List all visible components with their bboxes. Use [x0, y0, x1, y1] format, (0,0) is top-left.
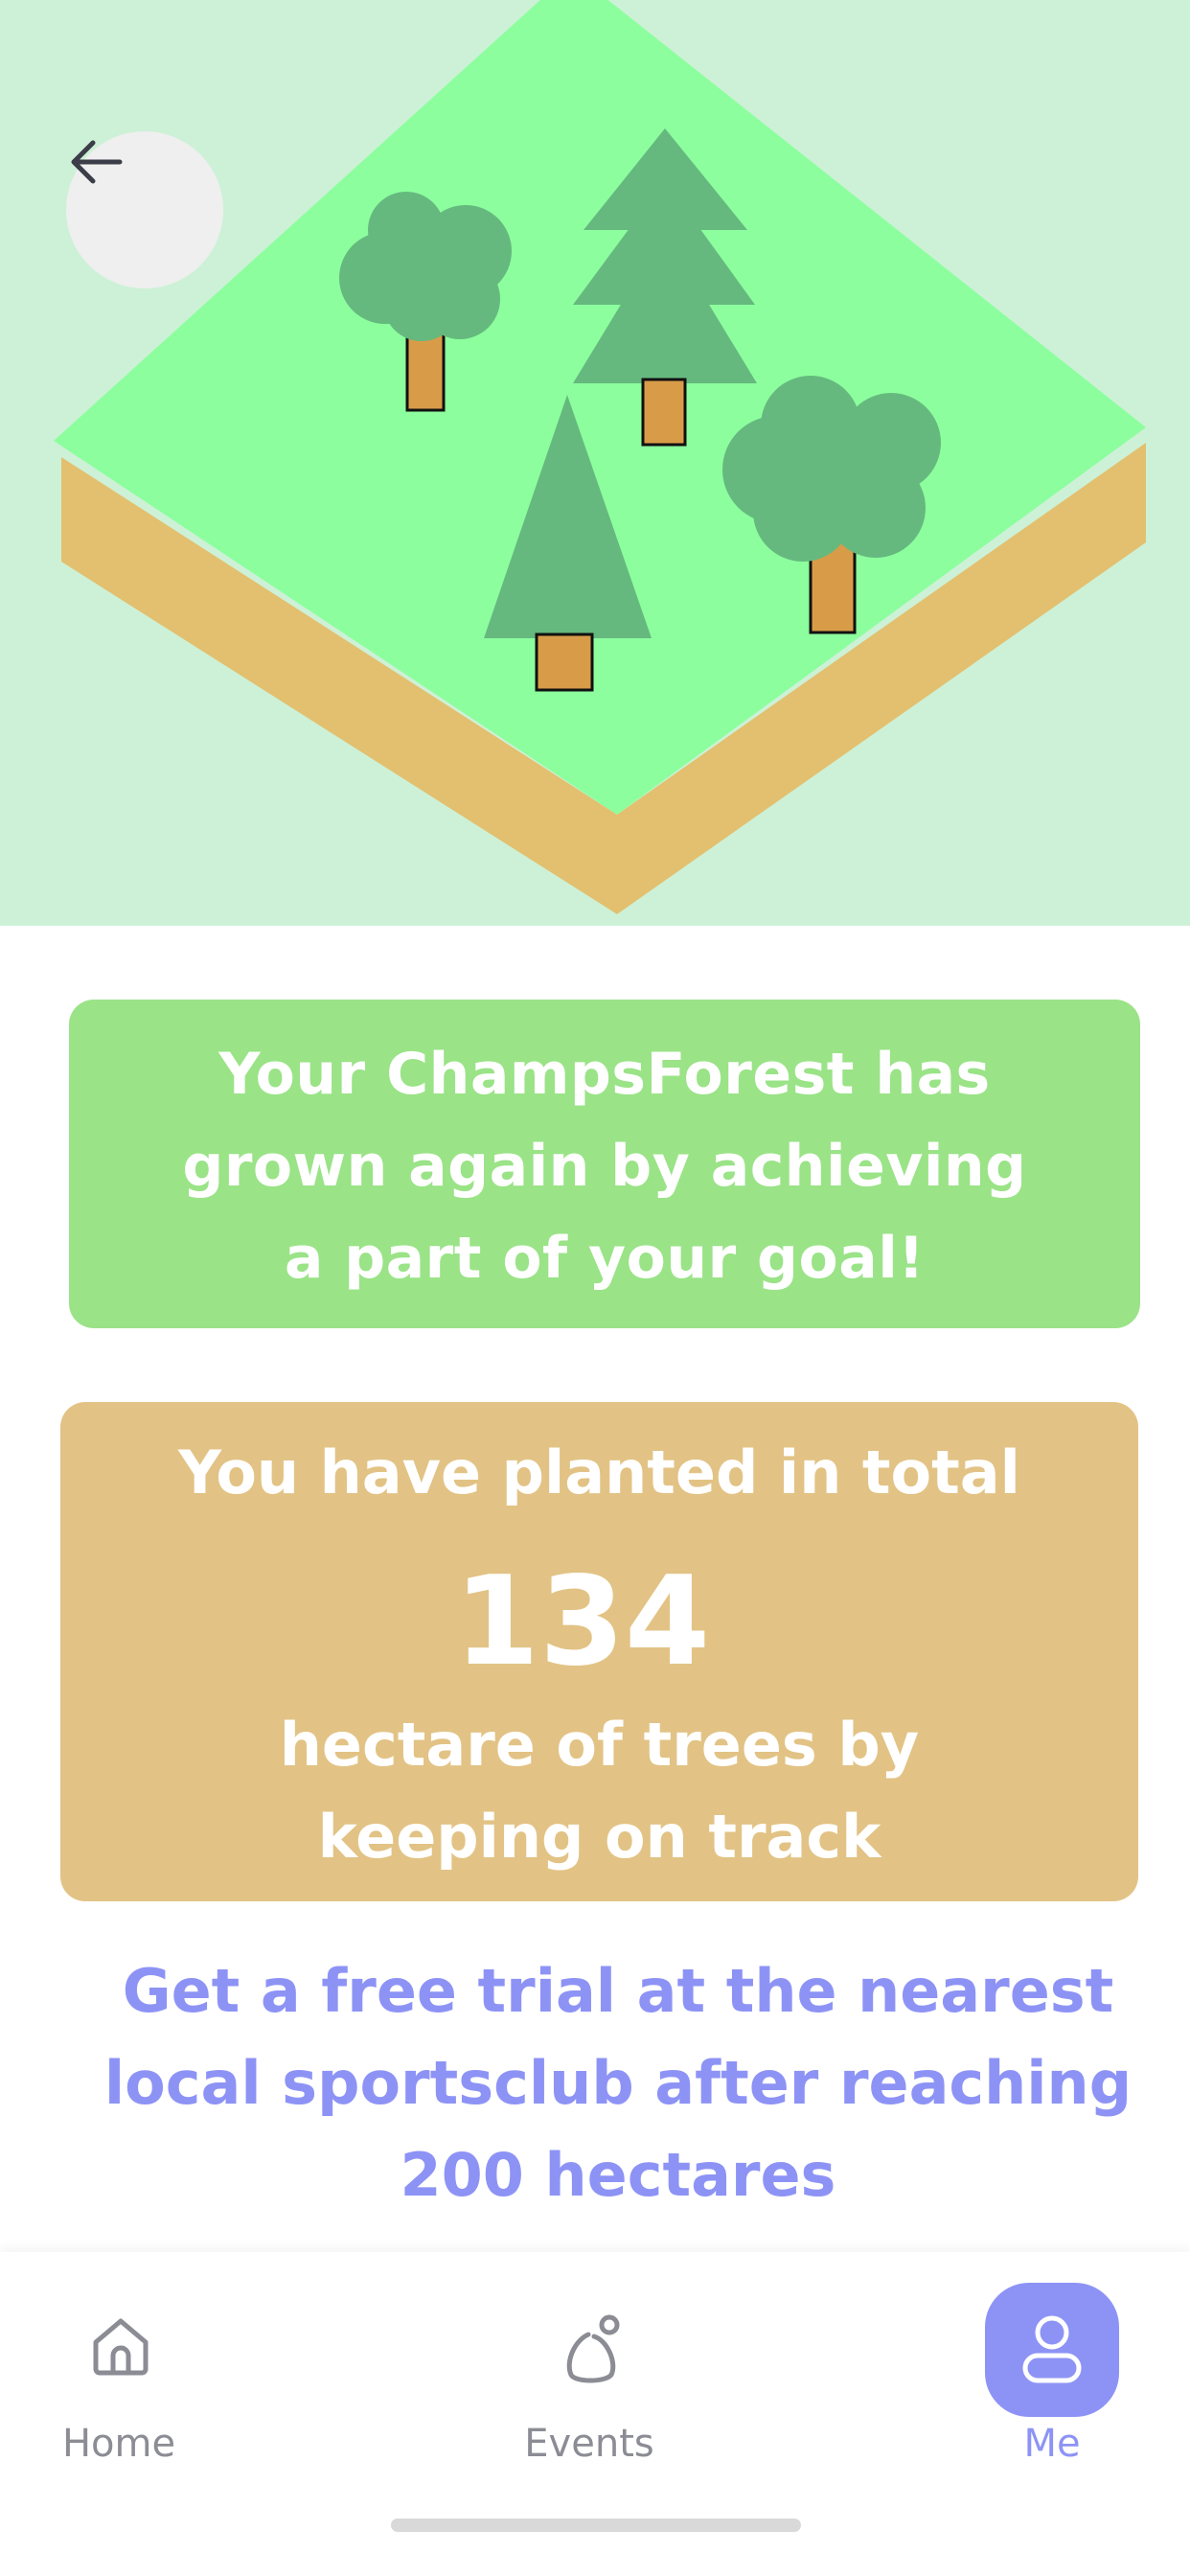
- tab-home[interactable]: Home: [38, 2252, 199, 2501]
- growth-message-line: grown again by achieving: [182, 1133, 1027, 1200]
- total-planted-caption: hectare of trees by keeping on track: [60, 1699, 1138, 1883]
- tab-home-label: Home: [61, 2422, 176, 2466]
- caption-line: hectare of trees by: [279, 1710, 920, 1780]
- arrow-left-icon: [71, 140, 123, 184]
- tab-events-label: Events: [524, 2422, 654, 2466]
- home-icon: [93, 2318, 149, 2376]
- total-planted-card: You have planted in total 134 hectare of…: [60, 1402, 1138, 1901]
- active-tab-highlight: [985, 2283, 1119, 2417]
- total-planted-heading: You have planted in total: [178, 1438, 1020, 1507]
- home-indicator[interactable]: [391, 2518, 801, 2532]
- free-trial-promo: Get a free trial at the nearest local sp…: [86, 1945, 1150, 2221]
- growth-message-card: Your ChampsForest has grown again by ach…: [69, 1000, 1140, 1328]
- back-button[interactable]: [66, 131, 223, 288]
- promo-line: Get a free trial at the nearest: [122, 1956, 1114, 2026]
- caption-line: keeping on track: [317, 1802, 881, 1872]
- growth-message-line: Your ChampsForest has: [218, 1041, 991, 1108]
- user-icon: [1022, 2315, 1082, 2383]
- events-icon: [566, 2314, 620, 2383]
- tab-me-label: Me: [1023, 2422, 1081, 2466]
- hectare-count: 134: [453, 1551, 711, 1693]
- tab-me[interactable]: Me: [968, 2252, 1136, 2501]
- grass-top-face: [54, 0, 1146, 815]
- promo-line: local sportsclub after reaching: [103, 2048, 1133, 2118]
- tab-events[interactable]: Events: [498, 2252, 680, 2501]
- promo-line: 200 hectares: [400, 2140, 836, 2210]
- forest-illustration: [0, 0, 1190, 926]
- growth-message-line: a part of your goal!: [284, 1225, 926, 1292]
